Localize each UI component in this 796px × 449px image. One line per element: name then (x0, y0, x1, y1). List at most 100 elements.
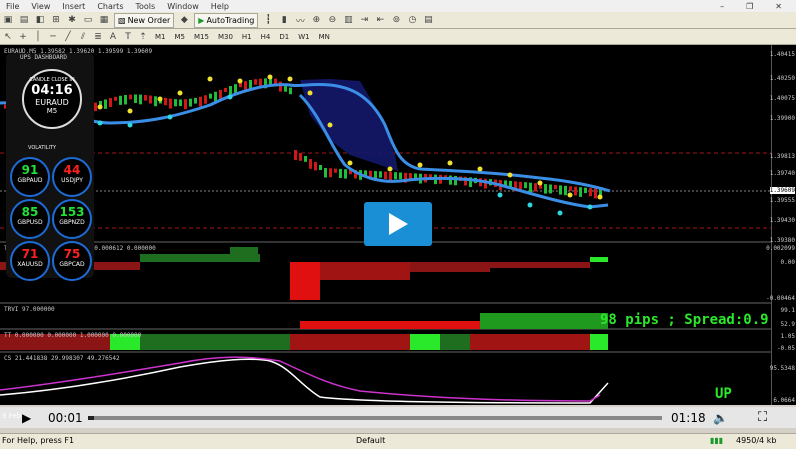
tf-d1[interactable]: D1 (276, 33, 292, 41)
tf-m15[interactable]: M15 (191, 33, 212, 41)
chart-shift-icon[interactable]: ⇤ (374, 14, 386, 26)
tester-icon[interactable]: ▦ (98, 14, 110, 26)
pair-usdjpy: 44 USDJPY (52, 157, 92, 197)
menu-file[interactable]: File (0, 2, 25, 11)
label-icon[interactable]: T (122, 31, 134, 43)
profiles-icon[interactable]: ▤ (18, 14, 30, 26)
indicator-dot (127, 108, 133, 114)
horizontal-line-icon[interactable]: ─ (47, 31, 59, 43)
widget-header: UPS DASHBOARD (20, 54, 67, 61)
candle (129, 94, 132, 100)
menu-view[interactable]: View (25, 2, 56, 11)
tile-windows-icon[interactable]: ▥ (342, 14, 354, 26)
volume-icon[interactable]: 🔈 (713, 411, 728, 425)
cursor-icon[interactable]: ↖ (2, 31, 14, 43)
candle (289, 87, 292, 95)
candle (229, 85, 232, 96)
tf-w1[interactable]: W1 (295, 33, 312, 41)
dashboard-widget: UPS DASHBOARD CANDLE CLOSE IN 04:16 EURA… (6, 53, 94, 281)
tf-m1[interactable]: M1 (152, 33, 169, 41)
pair-value: 75 (63, 247, 81, 261)
video-play-button[interactable] (364, 202, 432, 246)
main-toolbar: ▣ ▤ ◧ ⊞ ✱ ▭ ▦ ▧ New Order ◆ ▶ AutoTrading … (0, 12, 796, 29)
indicator-dot (527, 202, 533, 208)
tt-scale-top: 1.05 (780, 333, 795, 340)
new-order-button[interactable]: ▧ New Order (114, 12, 175, 28)
candle (294, 150, 297, 160)
candle (339, 168, 342, 179)
minimize-icon[interactable]: – (714, 2, 730, 11)
candle (549, 184, 552, 194)
candle (569, 186, 572, 191)
candle (214, 91, 217, 102)
candle (319, 165, 322, 171)
text-icon[interactable]: A (107, 31, 119, 43)
meta-editor-icon[interactable]: ◆ (178, 14, 190, 26)
fullscreen-icon[interactable]: ⛶ (758, 410, 767, 425)
trv-scale-mid: 52.9 (780, 321, 795, 328)
autotrading-button[interactable]: ▶ AutoTrading (194, 12, 259, 28)
menu-help[interactable]: Help (205, 2, 235, 11)
vertical-line-icon[interactable]: │ (32, 31, 44, 43)
terminal-icon[interactable]: ▭ (82, 14, 94, 26)
templates-icon[interactable]: ▤ (422, 14, 434, 26)
close-icon[interactable]: ✕ (769, 2, 788, 11)
candle (579, 187, 582, 197)
clock-timeframe: M5 (46, 107, 58, 115)
tf-h1[interactable]: H1 (239, 33, 255, 41)
restore-icon[interactable]: ❐ (740, 2, 759, 11)
price-label: 1.39380 (769, 237, 795, 244)
indicator-dot (597, 194, 603, 200)
candle (169, 98, 172, 109)
candle (199, 96, 202, 107)
price-label: 1.39555 (769, 197, 795, 204)
indicator-dot (587, 204, 593, 210)
indicator-dot (97, 104, 103, 110)
tt-label: TT 0.000000 0.000000 1.000000 0.000000 (4, 332, 142, 339)
indicator-dot (207, 76, 213, 82)
candle (594, 188, 597, 199)
indicator-dot (557, 210, 563, 216)
seek-bar[interactable] (88, 416, 662, 420)
chart-window[interactable]: EURAUD,M5 1.39582 1.39620 1.39599 1.3960… (0, 45, 796, 405)
tf-mn[interactable]: MN (316, 33, 333, 41)
play-icon (389, 213, 408, 235)
crosshair-icon[interactable]: + (17, 31, 29, 43)
data-window-icon[interactable]: ⊞ (50, 14, 62, 26)
menu-tools[interactable]: Tools (129, 2, 161, 11)
candle (334, 168, 337, 173)
candle (179, 99, 182, 107)
new-chart-icon[interactable]: ▣ (2, 14, 14, 26)
candle (564, 185, 567, 196)
bar-chart-icon[interactable]: ┇ (262, 14, 274, 26)
autoscroll-icon[interactable]: ⇥ (358, 14, 370, 26)
menu-insert[interactable]: Insert (56, 2, 91, 11)
line-chart-icon[interactable]: 〰 (294, 14, 306, 27)
fibonacci-icon[interactable]: ≣ (92, 31, 104, 43)
arrows-icon[interactable]: ⇡ (137, 31, 149, 43)
zoom-out-icon[interactable]: ⊖ (326, 14, 338, 26)
zoom-in-icon[interactable]: ⊕ (310, 14, 322, 26)
tf-m30[interactable]: M30 (215, 33, 236, 41)
navigator-icon[interactable]: ✱ (66, 14, 78, 26)
tf-h4[interactable]: H4 (258, 33, 274, 41)
pair-value: 91 (21, 163, 39, 177)
candle (309, 159, 312, 169)
market-watch-icon[interactable]: ◧ (34, 14, 46, 26)
menu-window[interactable]: Window (161, 2, 205, 11)
channel-icon[interactable]: ⫽ (77, 31, 89, 43)
periods-icon[interactable]: ◷ (406, 14, 418, 26)
play-pause-icon[interactable]: ▶ (22, 411, 31, 425)
menu-charts[interactable]: Charts (91, 2, 129, 11)
candles-icon[interactable]: ▮ (278, 14, 290, 26)
indicators-icon[interactable]: ⊚ (390, 14, 402, 26)
connection-icon: ▮▮▮ (710, 436, 724, 445)
current-price-label: 1.39609 (769, 187, 795, 194)
indicator-dot (237, 78, 243, 84)
tf-m5[interactable]: M5 (172, 33, 189, 41)
trendline-icon[interactable]: ╱ (62, 31, 74, 43)
tt-scale-bot: -0.05 (776, 345, 795, 352)
candle (104, 99, 107, 109)
candle (219, 89, 222, 99)
autotrading-label: AutoTrading (206, 15, 255, 25)
